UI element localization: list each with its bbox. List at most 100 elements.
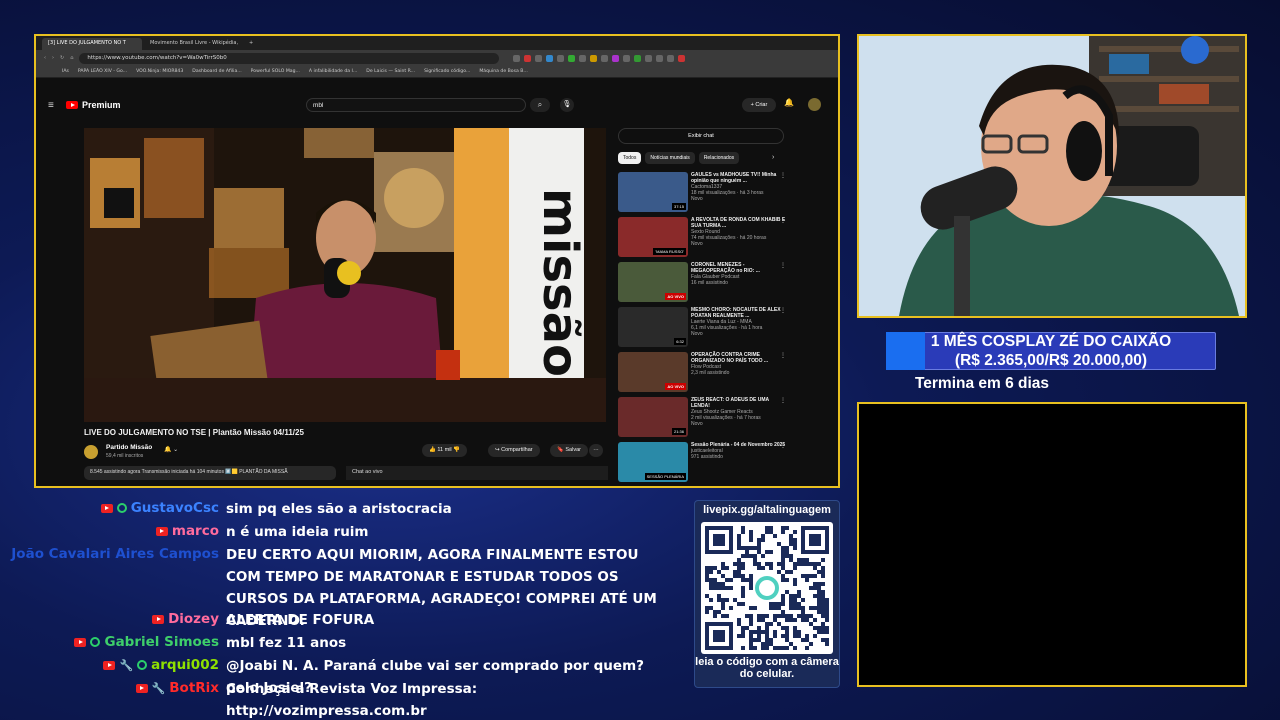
recommendation-thumbnail[interactable]: AO VIVO <box>618 262 688 302</box>
url-field[interactable]: https://www.youtube.com/watch?v=Wa0wTirr… <box>79 52 500 64</box>
extension-icon[interactable] <box>546 54 554 62</box>
recommendation-thumbnail[interactable]: 6:32 <box>618 307 688 347</box>
search-input[interactable]: mbl <box>306 98 526 112</box>
bookmark-item[interactable]: Significado código... <box>424 69 470 74</box>
extension-icon[interactable] <box>634 54 642 62</box>
recommendation-thumbnail[interactable]: SESSÃO PLENÁRIA <box>618 442 688 482</box>
new-badge: Novo <box>691 241 703 247</box>
recommendation-item[interactable]: 6:32 MESMO CHORO: NOCAUTE DE ALEX POATAN … <box>618 307 788 352</box>
recommendation-text: OPERAÇÃO CONTRA CRIME ORGANIZADO NO PAÍS… <box>691 352 788 397</box>
bookmark-item[interactable]: A infalibilidade da I... <box>309 69 357 74</box>
extension-icon[interactable] <box>601 54 609 62</box>
recommendation-title[interactable]: ZEUS REACT: O ADEUS DE UMA LENDA! <box>691 397 788 409</box>
extension-icon[interactable] <box>623 54 631 62</box>
share-button[interactable]: ↪ Compartilhar <box>488 444 540 457</box>
channel-name[interactable]: Partido Missão <box>106 444 152 451</box>
chat-username[interactable]: João Cavalari Aires Campos <box>0 546 219 562</box>
create-button[interactable]: + Criar <box>742 98 776 112</box>
chat-username[interactable]: 🔧 BotRix <box>0 680 219 696</box>
more-actions-button[interactable]: ··· <box>589 444 603 457</box>
bookmark-item[interactable]: Powerful SOLO Mag... <box>251 69 300 74</box>
recommendation-thumbnail[interactable]: AO VIVO <box>618 352 688 392</box>
thumbnail-overlay: AO VIVO <box>665 383 686 390</box>
chat-username-text: GustavoCsc <box>130 500 219 516</box>
bookmark-item[interactable]: VOO.Ninja: MIOR843 <box>136 69 183 74</box>
video-description[interactable]: 8.545 assistindo agora Transmissão inici… <box>84 466 336 480</box>
recommendation-title[interactable]: OPERAÇÃO CONTRA CRIME ORGANIZADO NO PAÍS… <box>691 352 788 364</box>
recommendation-title[interactable]: GAULES vs MADHOUSE TV!! Minha opinião qu… <box>691 172 788 184</box>
chat-username[interactable]: Gabriel Simoes <box>0 634 219 650</box>
recommendation-item[interactable]: AO VIVO OPERAÇÃO CONTRA CRIME ORGANIZADO … <box>618 352 788 397</box>
recommendation-title[interactable]: MESMO CHORO: NOCAUTE DE ALEX POATAN REAL… <box>691 307 788 319</box>
more-options-icon[interactable]: ⋮ <box>780 217 786 224</box>
more-options-icon[interactable]: ⋮ <box>780 307 786 314</box>
extension-icon[interactable] <box>645 54 653 62</box>
more-options-icon[interactable]: ⋮ <box>780 397 786 404</box>
chat-username[interactable]: 🔧 arqui002 <box>0 657 219 673</box>
recommendation-thumbnail[interactable]: 37:15 <box>618 172 688 212</box>
youtube-play-icon <box>66 101 78 109</box>
chip-related[interactable]: Relacionados <box>698 152 740 164</box>
bookmark-item[interactable]: De Laicis — Saint R... <box>366 69 415 74</box>
reload-icon[interactable]: ↻ <box>60 55 64 61</box>
notifications-icon[interactable]: 🔔 <box>784 98 794 107</box>
chat-username[interactable]: Diozey <box>0 611 219 627</box>
extension-icon[interactable] <box>678 54 686 62</box>
extension-icon[interactable] <box>513 54 521 62</box>
live-chat-header[interactable]: Chat ao vivo <box>346 466 608 480</box>
menu-icon[interactable]: ≡ <box>48 100 54 111</box>
extension-icon[interactable] <box>524 54 532 62</box>
forward-icon[interactable]: › <box>52 55 54 61</box>
recommendation-item[interactable]: 21:36 ZEUS REACT: O ADEUS DE UMA LENDA! Ze… <box>618 397 788 442</box>
home-icon[interactable]: ⌂ <box>70 55 73 61</box>
bookmark-item[interactable]: Máquina de Bosa B... <box>479 69 527 74</box>
youtube-logo[interactable]: Premium <box>66 100 121 110</box>
channel-avatar[interactable] <box>84 445 98 459</box>
show-chat-button[interactable]: Exibir chat <box>618 128 784 144</box>
microphone-icon[interactable]: 🎙 <box>560 98 574 112</box>
chat-username[interactable]: marco <box>0 523 219 539</box>
thumbs-down-icon[interactable]: 👎 <box>452 447 460 453</box>
more-options-icon[interactable]: ⋮ <box>780 352 786 359</box>
bookmark-item[interactable]: IAs <box>62 69 69 74</box>
back-icon[interactable]: ‹ <box>44 55 46 61</box>
recommendation-title[interactable]: CORONEL MENEZES - MEGAOPERAÇÃO no RIO: .… <box>691 262 788 274</box>
recommendation-thumbnail[interactable]: 21:36 <box>618 397 688 437</box>
recommendation-item[interactable]: SESSÃO PLENÁRIA Sessão Plenária - 04 de N… <box>618 442 788 486</box>
like-button[interactable]: 👍 11 mil 👎 <box>422 444 468 457</box>
extension-icon[interactable] <box>535 54 543 62</box>
extension-icon[interactable] <box>656 54 664 62</box>
subscription-bell-icon[interactable]: 🔔 ⌄ <box>164 446 178 453</box>
recommendation-thumbnail[interactable]: 'MAMA RUSSO' <box>618 217 688 257</box>
search-icon[interactable]: ⌕ <box>530 98 550 112</box>
recommendation-item[interactable]: AO VIVO CORONEL MENEZES - MEGAOPERAÇÃO no… <box>618 262 788 307</box>
extension-icon[interactable] <box>568 54 576 62</box>
more-options-icon[interactable]: ⋮ <box>780 442 786 449</box>
bookmark-item[interactable]: PAPA LEÃO XIV - Go... <box>78 69 127 74</box>
qr-title: livepix.gg/altalinguagem <box>703 504 831 516</box>
thumbnail-overlay: 'MAMA RUSSO' <box>653 248 686 255</box>
new-tab-button[interactable]: + <box>246 38 258 50</box>
chat-username[interactable]: GustavoCsc <box>0 500 219 516</box>
more-options-icon[interactable]: ⋮ <box>780 262 786 269</box>
extension-icon[interactable] <box>667 54 675 62</box>
chevron-right-icon[interactable]: › <box>772 154 774 161</box>
member-badge-icon <box>90 637 101 647</box>
save-button[interactable]: 🔖 Salvar <box>550 444 588 457</box>
extension-icon[interactable] <box>579 54 587 62</box>
recommendation-title[interactable]: A REVOLTA DE RONDA COM KHABIB E SUA TURM… <box>691 217 788 229</box>
more-options-icon[interactable]: ⋮ <box>780 172 786 179</box>
recommendation-text: ZEUS REACT: O ADEUS DE UMA LENDA! Zeus Sh… <box>691 397 788 442</box>
video-player[interactable]: missão <box>84 128 606 422</box>
tab-live[interactable]: [3] LIVE DO JULGAMENTO NO T <box>42 38 142 50</box>
chip-all[interactable]: Todos <box>618 152 642 164</box>
recommendation-item[interactable]: 37:15 GAULES vs MADHOUSE TV!! Minha opini… <box>618 172 788 217</box>
avatar[interactable] <box>808 98 821 111</box>
bookmark-item[interactable]: Dashboard de Afilia... <box>192 69 241 74</box>
extension-icon[interactable] <box>590 54 598 62</box>
recommendation-item[interactable]: 'MAMA RUSSO' A REVOLTA DE RONDA COM KHABI… <box>618 217 788 262</box>
tab-wikipedia[interactable]: Movimento Brasil Livre - Wikipédia, <box>144 38 244 50</box>
chip-world-news[interactable]: Notícias mundiais <box>645 152 695 164</box>
extension-icon[interactable] <box>612 54 620 62</box>
extension-icon[interactable] <box>557 54 565 62</box>
